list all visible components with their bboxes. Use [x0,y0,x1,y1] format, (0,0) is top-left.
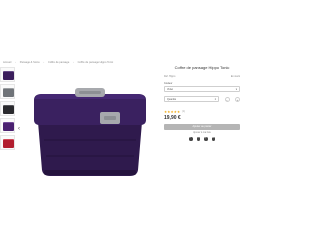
product-image [34,88,146,176]
wishlist-link[interactable]: Ajouter à ma liste [164,132,240,134]
thumbnail-body [3,106,14,114]
quantity-value: 1 [214,97,216,101]
breadcrumb: Accueil › Pansage & Soins › Coffre de pa… [3,61,153,64]
review-count: (1) [182,111,186,113]
thumbnail[interactable] [0,135,15,150]
product-reference: Réf. Hippo [164,75,176,78]
product-meta: Réf. Hippo En stock [164,75,240,78]
quantity-row: Quantité 1 − + [164,96,240,102]
twitter-icon[interactable]: t [196,137,200,141]
thumbnail-body [3,72,14,80]
box-body [38,122,142,176]
facebook-icon[interactable]: f [189,137,193,141]
color-select[interactable]: Violet ▾ [164,86,240,92]
handle-grip [79,91,101,94]
breadcrumb-item[interactable]: Coffre de pansage [48,61,69,64]
product-info: Coffre de pansage Hippo Tonic Réf. Hippo… [164,65,240,141]
breadcrumb-separator: › [43,61,45,64]
thumbnail[interactable] [0,84,15,99]
color-select-value: Violet [167,87,173,91]
thumbnail[interactable] [0,101,15,116]
box-base [44,170,136,175]
thumbnail-list [0,67,16,152]
breadcrumb-separator: › [15,61,16,64]
latch-slot [104,116,116,120]
thumbnail-body [3,123,14,131]
pinterest-icon[interactable]: p [204,137,208,141]
add-to-cart-button[interactable]: Ajouter au panier [164,124,240,130]
breadcrumb-item[interactable]: Pansage & Soins [20,61,40,64]
thumbnail[interactable] [0,67,15,82]
quantity-decrease-button[interactable]: − [224,96,230,102]
mail-icon[interactable]: m [211,137,215,141]
thumbnail-body [3,140,14,148]
breadcrumb-separator: › [73,61,74,64]
rating[interactable]: ★★★★★ (1) [164,110,240,114]
stock-status: En stock [230,75,240,78]
breadcrumb-current: Coffre de pansage Hippo Tonic [77,61,114,64]
quantity-label: Quantité [167,97,177,101]
chevron-down-icon: ▾ [235,87,237,91]
breadcrumb-item[interactable]: Accueil [3,61,11,64]
product-title: Coffre de pansage Hippo Tonic [174,65,230,70]
quantity-select[interactable]: Quantité 1 [164,96,219,102]
product-price: 19,90 € [164,115,181,121]
quantity-increase-button[interactable]: + [235,96,240,102]
thumbnail[interactable] [0,118,15,133]
star-rating-icon: ★★★★★ [164,110,181,114]
share-icons: f t p m [164,137,240,141]
color-label: Couleur [164,82,173,85]
thumbnail-body [3,89,14,97]
